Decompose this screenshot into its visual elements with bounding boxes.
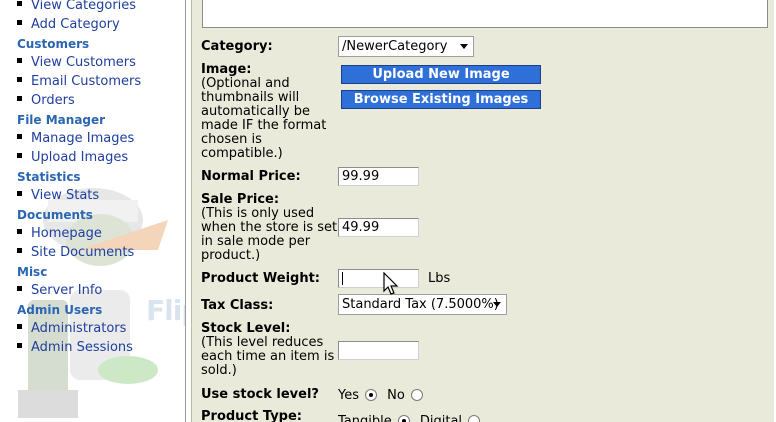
browse-existing-images-button[interactable]: Browse Existing Images bbox=[341, 90, 541, 109]
bullet-icon bbox=[17, 20, 22, 25]
section-title-customers: Customers bbox=[17, 37, 90, 51]
section-title-documents: Documents bbox=[17, 208, 93, 222]
image-note-line: thumbnails will bbox=[201, 90, 300, 105]
tax-class-select[interactable]: Standard Tax (7.5000%) bbox=[338, 294, 507, 315]
bullet-icon bbox=[17, 96, 22, 101]
upload-new-image-button[interactable]: Upload New Image bbox=[341, 65, 541, 84]
stock-level-input[interactable] bbox=[338, 341, 419, 360]
product-weight-label: Product Weight: bbox=[201, 271, 320, 286]
sale-price-note-line: in sale mode per bbox=[201, 234, 311, 249]
image-note-line: (Optional and bbox=[201, 76, 290, 91]
chevron-down-icon bbox=[460, 44, 468, 49]
section-title-misc: Misc bbox=[17, 265, 48, 279]
bullet-icon bbox=[17, 191, 22, 196]
product-weight-unit: Lbs bbox=[428, 271, 451, 286]
sidebar-item-site-documents[interactable]: Site Documents bbox=[17, 245, 134, 262]
product-form-area: Category: /NewerCategory Image: (Optiona… bbox=[186, 0, 776, 422]
bullet-icon bbox=[17, 58, 22, 63]
mouse-pointer-icon bbox=[383, 272, 399, 295]
product-type-tangible-radio[interactable] bbox=[397, 414, 410, 422]
bullet-icon bbox=[17, 324, 22, 329]
sale-price-input[interactable]: 49.99 bbox=[338, 218, 419, 237]
stock-level-note-line: each time an item is bbox=[201, 349, 335, 364]
product-type-label: Product Type: bbox=[201, 409, 302, 422]
normal-price-label: Normal Price: bbox=[201, 169, 301, 184]
section-title-file-manager: File Manager bbox=[17, 113, 106, 127]
chevron-down-icon bbox=[493, 302, 501, 307]
image-note-line: automatically be bbox=[201, 104, 311, 119]
sidebar-item-view-stats[interactable]: View Stats bbox=[17, 188, 99, 205]
section-title-admin-users: Admin Users bbox=[17, 303, 103, 317]
sidebar-item-administrators[interactable]: Administrators bbox=[17, 321, 126, 338]
bullet-icon bbox=[17, 248, 22, 253]
use-stock-level-label: Use stock level? bbox=[201, 387, 319, 402]
product-type-digital-label: Digital bbox=[419, 414, 463, 422]
use-stock-level-options: Yes No bbox=[338, 388, 423, 403]
bullet-icon bbox=[17, 134, 22, 139]
bullet-icon bbox=[17, 1, 22, 6]
bullet-icon bbox=[17, 229, 22, 234]
use-stock-yes-radio[interactable] bbox=[365, 388, 377, 401]
use-stock-no-radio[interactable] bbox=[410, 388, 423, 401]
use-stock-no-label: No bbox=[387, 388, 405, 403]
sidebar-item-add-category[interactable]: Add Category bbox=[17, 17, 120, 34]
sidebar: FlipperHost pany View Categories Add Cat… bbox=[0, 0, 186, 422]
bullet-icon bbox=[17, 343, 22, 348]
image-note-line: chosen is bbox=[201, 132, 262, 147]
sidebar-item-email-customers[interactable]: Email Customers bbox=[17, 74, 141, 91]
tax-class-select-value: Standard Tax (7.5000%) bbox=[342, 297, 499, 312]
category-select[interactable]: /NewerCategory bbox=[338, 36, 474, 57]
product-type-options: Tangible Digital bbox=[338, 414, 481, 422]
sidebar-item-orders[interactable]: Orders bbox=[17, 93, 75, 110]
product-form-panel: Category: /NewerCategory Image: (Optiona… bbox=[191, 0, 774, 422]
sale-price-note-line: (This is only used bbox=[201, 206, 315, 221]
tax-class-label: Tax Class: bbox=[201, 298, 274, 313]
text-caret bbox=[342, 272, 343, 285]
normal-price-input[interactable]: 99.99 bbox=[338, 167, 419, 186]
category-select-value: /NewerCategory bbox=[342, 39, 448, 54]
sidebar-item-server-info[interactable]: Server Info bbox=[17, 283, 102, 300]
product-type-digital-radio[interactable] bbox=[468, 414, 481, 422]
flipperhost-watermark-text: FlipperHost bbox=[146, 294, 186, 327]
sidebar-item-admin-sessions[interactable]: Admin Sessions bbox=[17, 340, 133, 357]
bullet-icon bbox=[17, 286, 22, 291]
sale-price-note-line: product.) bbox=[201, 248, 261, 263]
description-textarea[interactable] bbox=[202, 0, 768, 28]
bullet-icon bbox=[17, 77, 22, 82]
category-label: Category: bbox=[201, 39, 273, 54]
sale-price-label: Sale Price: (This is only used when the … bbox=[201, 192, 338, 263]
use-stock-yes-label: Yes bbox=[338, 388, 359, 403]
image-note-line: made IF the format bbox=[201, 118, 327, 133]
sale-price-note-line: when the store is set bbox=[201, 220, 338, 235]
sidebar-item-upload-images[interactable]: Upload Images bbox=[17, 150, 128, 167]
image-label: Image: (Optional and thumbnails will aut… bbox=[201, 62, 327, 161]
product-type-tangible-label: Tangible bbox=[338, 414, 392, 422]
stock-level-label: Stock Level: (This level reduces each ti… bbox=[201, 321, 335, 378]
image-note-line: compatible.) bbox=[201, 146, 283, 161]
sidebar-item-manage-images[interactable]: Manage Images bbox=[17, 131, 134, 148]
stock-level-note-line: (This level reduces bbox=[201, 335, 324, 350]
bullet-icon bbox=[17, 153, 22, 158]
section-title-statistics: Statistics bbox=[17, 170, 81, 184]
sidebar-item-view-customers[interactable]: View Customers bbox=[17, 55, 136, 72]
product-weight-input[interactable] bbox=[338, 269, 419, 288]
sidebar-item-homepage[interactable]: Homepage bbox=[17, 226, 102, 243]
sidebar-item-view-categories[interactable]: View Categories bbox=[17, 0, 136, 15]
stock-level-note-line: sold.) bbox=[201, 363, 237, 378]
